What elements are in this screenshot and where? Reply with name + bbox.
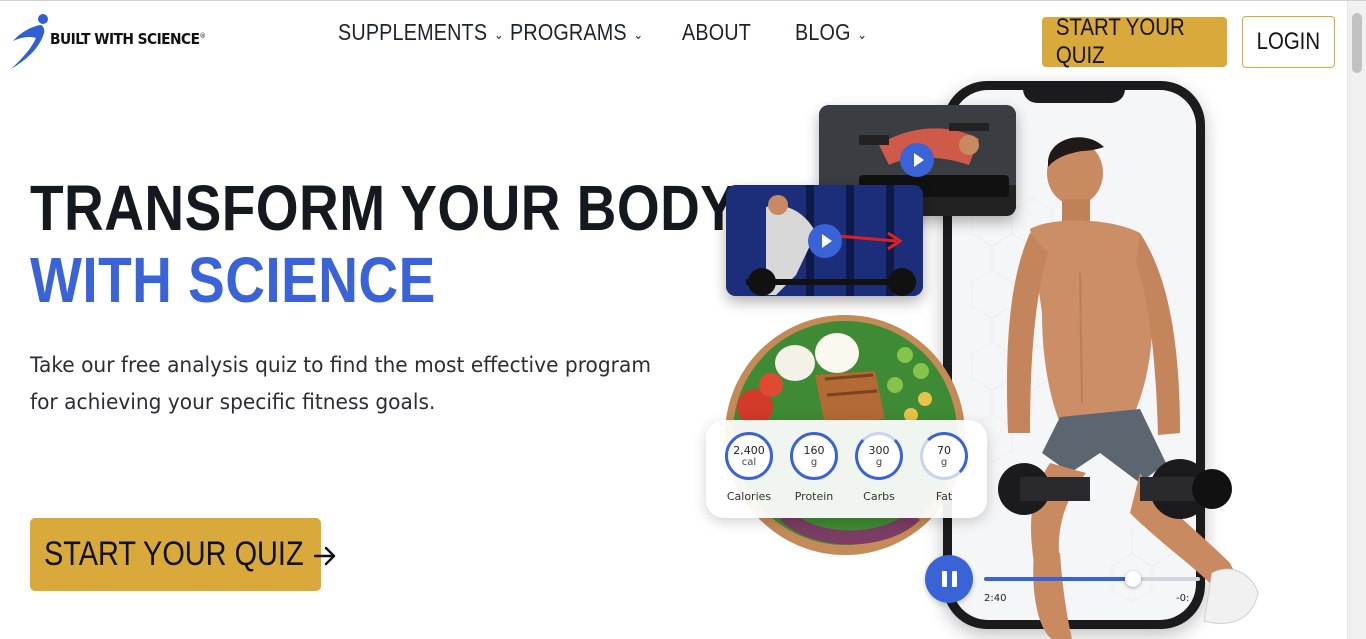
athlete-lunge-image	[998, 137, 1259, 639]
video-progress-knob[interactable]	[1125, 571, 1142, 587]
nav-item-about[interactable]: ABOUT	[682, 19, 779, 46]
macro-ring: 160 g	[790, 432, 838, 480]
hero-title: TRANSFORM YOUR BODY WITH SCIENCE	[30, 172, 737, 316]
hero-subtitle: Take our free analysis quiz to find the …	[30, 353, 651, 414]
brand-name: BUILT WITH SCIENCE	[50, 30, 200, 48]
macro-ring: 70 g	[920, 432, 968, 480]
macro-label: Protein	[794, 490, 834, 503]
video-progress-fill	[984, 577, 1134, 581]
nav-label: SUPPLEMENTS	[338, 19, 488, 45]
registered-mark: ®	[199, 32, 206, 40]
login-button[interactable]: LOGIN	[1242, 16, 1335, 68]
hero-start-quiz-button[interactable]: START YOUR QUIZ	[30, 518, 336, 591]
nav-label: BLOG	[795, 19, 851, 45]
nav-item-supplements[interactable]: SUPPLEMENTS ⌄	[338, 19, 503, 46]
chevron-down-icon: ⌄	[857, 26, 868, 42]
header-start-quiz-button[interactable]: START YOUR QUIZ	[1042, 14, 1227, 69]
macro-label: Carbs	[863, 490, 895, 503]
brand-logo[interactable]: BUILT WITH SCIENCE®	[10, 11, 219, 71]
hero-title-line-2: WITH SCIENCE	[30, 244, 436, 316]
site-header: BUILT WITH SCIENCE® SUPPLEMENTS ⌄ PROGRA…	[0, 1, 1348, 81]
macro-ring: 2,400 cal	[725, 432, 773, 480]
page-scrollbar[interactable]	[1347, 1, 1366, 639]
nav-label: ABOUT	[682, 19, 752, 45]
scrollbar-thumb[interactable]	[1352, 13, 1362, 73]
hero-title-line-1: TRANSFORM YOUR BODY	[30, 172, 738, 244]
macro-ring: 300 g	[855, 432, 903, 480]
video-progress-slider[interactable]	[984, 571, 1200, 587]
pause-button[interactable]	[925, 555, 973, 603]
chevron-down-icon: ⌄	[633, 26, 644, 42]
macro-carbs: 300 g Carbs	[852, 432, 906, 503]
nav-item-programs[interactable]: PROGRAMS ⌄	[510, 19, 658, 46]
remaining-time: -0:	[1176, 593, 1190, 604]
macro-protein: 160 g Protein	[787, 432, 841, 503]
play-icon[interactable]	[900, 143, 934, 177]
elapsed-time: 2:40	[984, 593, 1007, 604]
macros-card: 2,400 cal Calories 160 g Protein 300 g C…	[706, 420, 987, 518]
play-icon[interactable]	[808, 224, 842, 258]
macro-fat: 70 g Fat	[917, 432, 971, 503]
arrow-right-icon	[314, 546, 336, 566]
chevron-down-icon: ⌄	[494, 26, 504, 42]
cta-label: START YOUR QUIZ	[44, 535, 304, 573]
nav-label: PROGRAMS	[510, 19, 627, 45]
macro-label: Fat	[935, 490, 953, 503]
macro-calories: 2,400 cal Calories	[722, 432, 776, 503]
phone-notch	[1023, 81, 1125, 103]
runner-logo-icon	[11, 14, 48, 69]
macro-label: Calories	[726, 490, 772, 503]
video-thumbnail-deadlift[interactable]	[726, 185, 923, 296]
nav-item-blog[interactable]: BLOG ⌄	[795, 19, 867, 46]
main-nav: SUPPLEMENTS ⌄ PROGRAMS ⌄ ABOUT BLOG ⌄	[338, 19, 879, 46]
pause-icon	[941, 571, 957, 587]
